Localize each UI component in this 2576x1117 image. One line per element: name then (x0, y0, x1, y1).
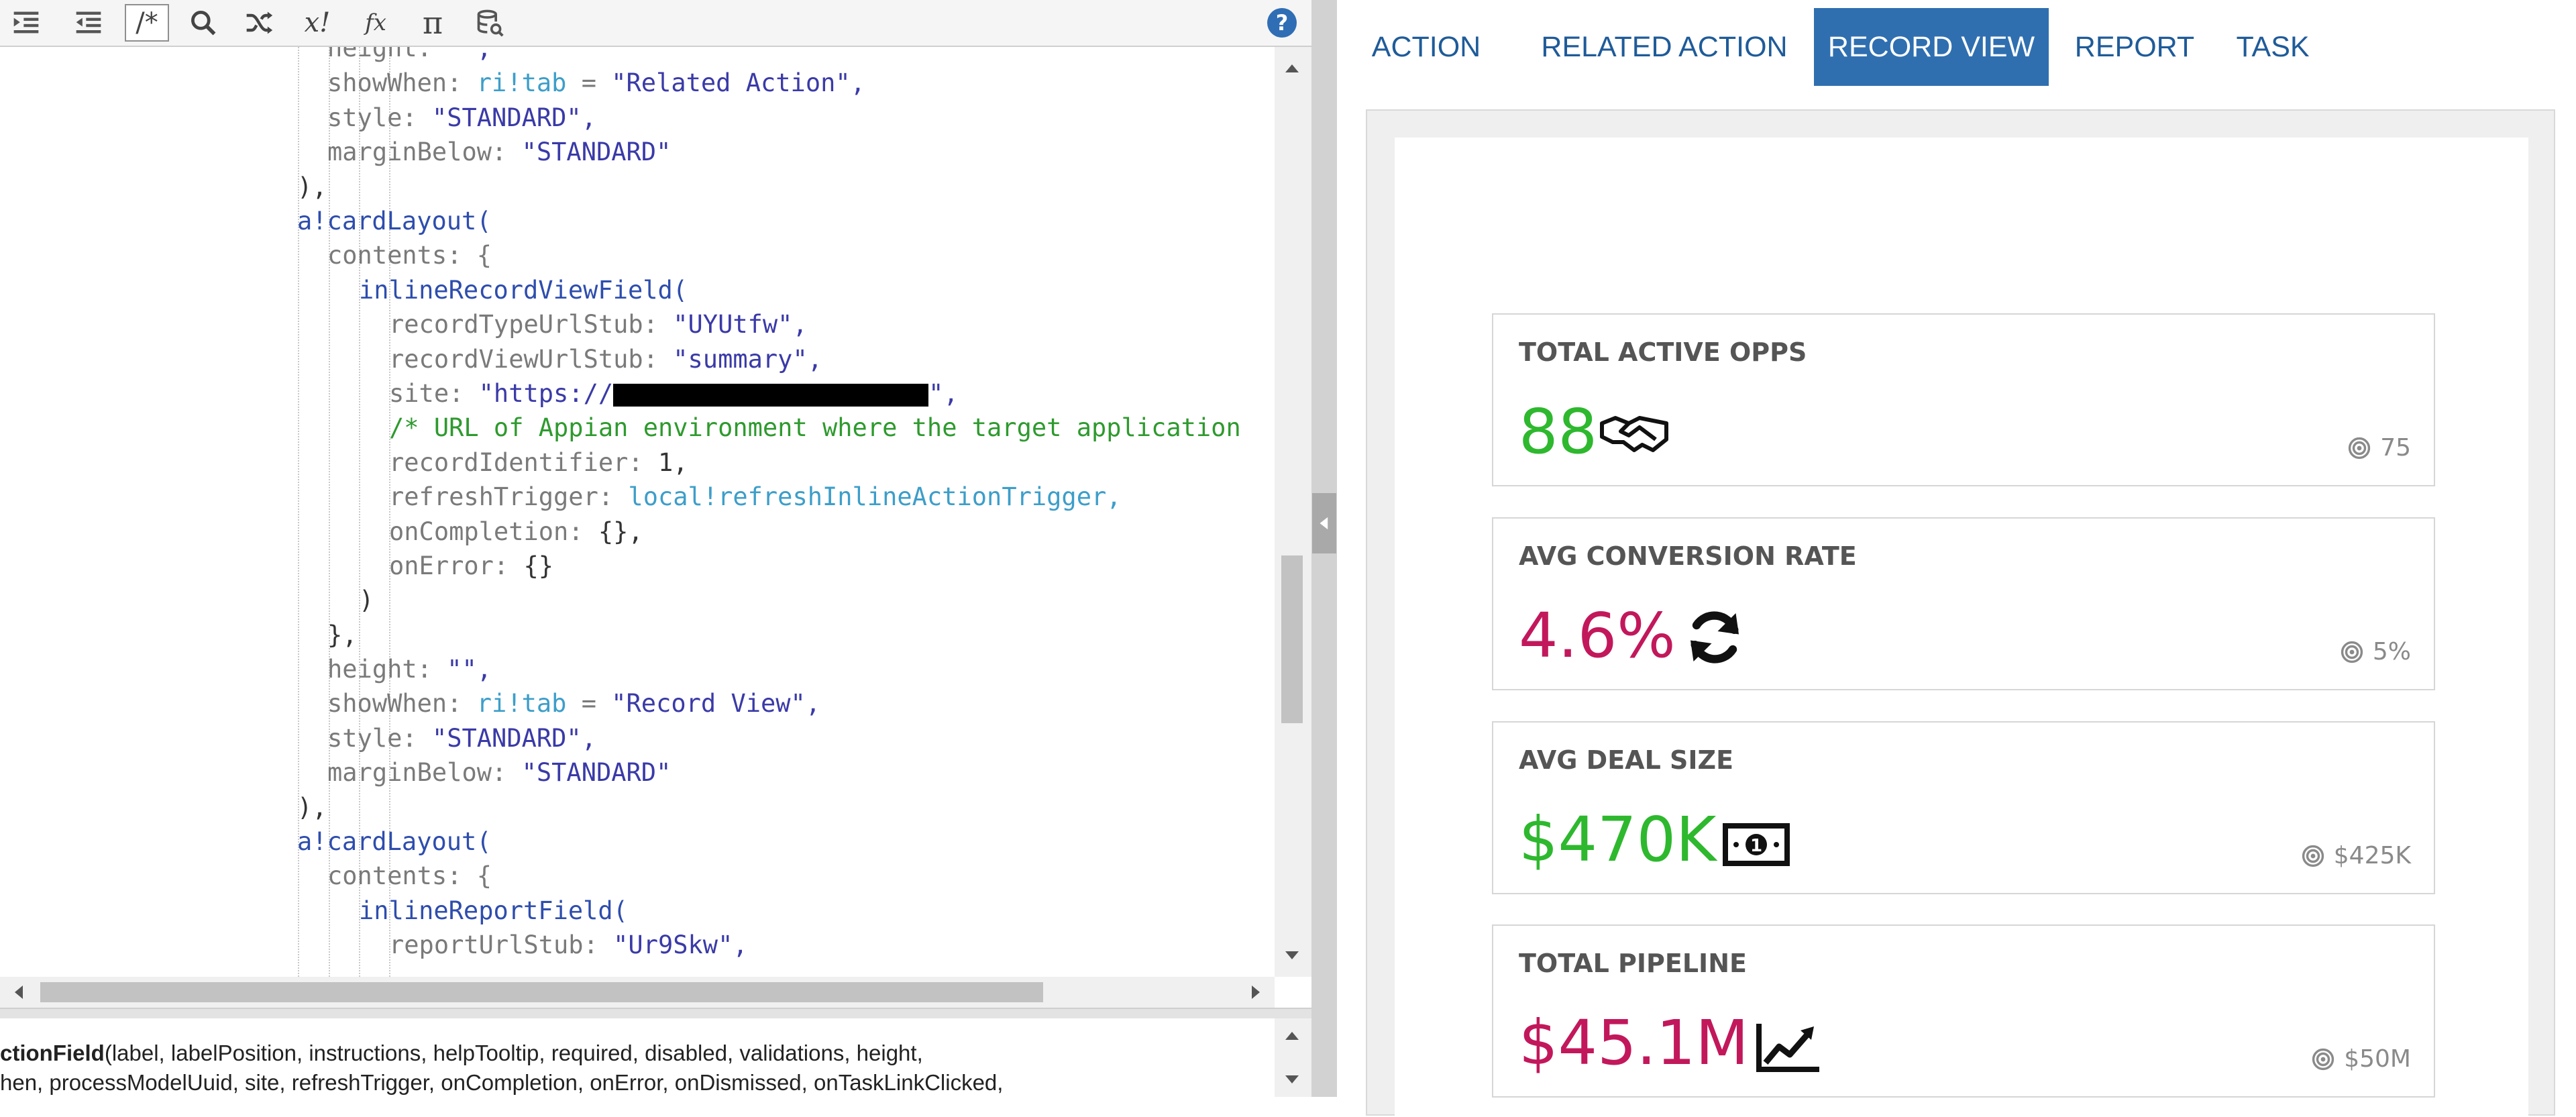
expression-editor-pane: /* x! f𝑥 π ? height: "", showWhen: ri!ta… (0, 0, 1311, 1097)
kpi-card-avg-deal-size: AVG DEAL SIZE $470K 1 $425K (1492, 721, 2435, 894)
target-icon (2341, 641, 2363, 663)
vertical-scrollbar[interactable] (1275, 47, 1311, 977)
code-line: a!cardLayout( (297, 207, 492, 235)
kpi-card-total-pipeline: TOTAL PIPELINE $45.1M $50M (1492, 924, 2435, 1098)
preview-tabs: ACTION RELATED ACTION RECORD VIEW REPORT… (1337, 0, 2576, 101)
search-icon[interactable] (181, 4, 225, 42)
kpi-title: TOTAL ACTIVE OPPS (1519, 337, 1807, 367)
code-line: marginBelow: "STANDARD" (327, 758, 672, 787)
editor-toolbar: /* x! f𝑥 π ? (0, 0, 1311, 47)
tab-task[interactable]: TASK (2222, 8, 2323, 86)
kpi-target: 5% (2341, 638, 2411, 666)
code-line: showWhen: ri!tab = "Related Action", (327, 68, 865, 97)
tab-action[interactable]: ACTION (1356, 8, 1497, 86)
tab-related-action[interactable]: RELATED ACTION (1537, 8, 1792, 86)
redaction-block (613, 383, 929, 407)
code-line: recordViewUrlStub: "summary", (389, 345, 823, 374)
code-line: style: "STANDARD", (327, 103, 596, 132)
code-line: marginBelow: "STANDARD" (327, 138, 672, 166)
horizontal-scrollbar[interactable] (0, 977, 1275, 1008)
code-line: recordTypeUrlStub: "UYUtfw", (389, 310, 808, 339)
scroll-right-icon[interactable] (1252, 986, 1260, 999)
help-icon[interactable]: ? (1267, 8, 1297, 38)
code-line: showWhen: ri!tab = "Record View", (327, 689, 821, 718)
money-icon: 1 (1723, 822, 1790, 870)
kpi-target: $50M (2312, 1045, 2411, 1073)
kpi-target-value: $425K (2333, 842, 2411, 869)
kpi-target-value: 5% (2372, 638, 2411, 666)
kpi-title: AVG DEAL SIZE (1519, 745, 1734, 775)
function-signature-help: ctionField(label, labelPosition, instruc… (0, 1018, 1275, 1097)
kpi-value: 88 (1519, 396, 1598, 468)
code-line: contents: { (327, 861, 492, 890)
pi-button[interactable]: π (411, 4, 455, 42)
code-line: style: "STANDARD", (327, 724, 596, 753)
code-line: ), (297, 793, 327, 822)
indent-icon[interactable] (4, 4, 48, 42)
signature-line: ctionField(label, labelPosition, instruc… (0, 1041, 923, 1065)
scroll-left-icon[interactable] (15, 986, 23, 999)
tab-report[interactable]: REPORT (2068, 8, 2202, 86)
kpi-value: $470K (1519, 804, 1717, 875)
kpi-target: $425K (2302, 842, 2411, 869)
target-icon (2302, 845, 2324, 867)
code-line: height: "", (327, 655, 492, 684)
shuffle-icon[interactable] (237, 4, 281, 42)
signature-line: hen, processModelUuid, site, refreshTrig… (0, 1070, 1004, 1095)
code-line: site: "https://", (389, 379, 959, 408)
target-icon (2349, 437, 2371, 459)
kpi-card-total-active-opps: TOTAL ACTIVE OPPS 88 75 (1492, 313, 2435, 486)
kpi-target-value: $50M (2344, 1045, 2411, 1073)
kpi-value: 4.6% (1519, 600, 1676, 672)
code-line: a!cardLayout( (297, 827, 492, 856)
kpi-title: TOTAL PIPELINE (1519, 949, 1747, 978)
refresh-icon (1684, 607, 1745, 670)
kpi-card-avg-conversion-rate: AVG CONVERSION RATE 4.6% 5% (1492, 517, 2435, 690)
kpi-target-value: 75 (2380, 434, 2411, 462)
scroll-up-icon[interactable] (1285, 64, 1299, 72)
kpi-value: $45.1M (1519, 1007, 1749, 1079)
database-icon[interactable] (468, 4, 512, 42)
code-line: inlineRecordViewField( (359, 276, 688, 305)
code-line: ), (297, 172, 327, 201)
code-line: contents: { (327, 241, 492, 270)
comment-toggle-button[interactable]: /* (125, 4, 169, 42)
code-line: onError: {} (389, 551, 554, 580)
code-line: recordIdentifier: 1, (389, 448, 688, 477)
scroll-down-icon[interactable] (1285, 1075, 1299, 1083)
code-line: }, (327, 621, 358, 649)
kpi-target: 75 (2348, 434, 2411, 462)
code-comment-line: /* URL of Appian environment where the t… (389, 413, 1241, 442)
scroll-down-icon[interactable] (1285, 951, 1299, 959)
vertical-scroll-thumb[interactable] (1281, 555, 1303, 723)
code-line: reportUrlStub: "Ur9Skw", (389, 930, 748, 959)
svg-text:1: 1 (1750, 836, 1762, 856)
handshake-icon (1599, 410, 1669, 460)
target-icon (2312, 1048, 2334, 1070)
code-line: onCompletion: {}, (389, 517, 643, 546)
code-line: inlineReportField( (359, 896, 628, 925)
function-button[interactable]: f𝑥 (354, 4, 398, 42)
code-line: ) (359, 586, 374, 615)
tab-record-view[interactable]: RECORD VIEW (1814, 8, 2049, 86)
factorial-button[interactable]: x! (295, 4, 339, 42)
scroll-up-icon[interactable] (1285, 1032, 1299, 1040)
code-line: refreshTrigger: local!refreshInlineActio… (389, 482, 1122, 511)
collapse-left-icon[interactable] (1312, 493, 1336, 553)
code-line: height: "", (327, 47, 492, 62)
outdent-icon[interactable] (66, 4, 111, 42)
code-editor[interactable]: height: "", showWhen: ri!tab = "Related … (0, 47, 1275, 977)
kpi-title: AVG CONVERSION RATE (1519, 541, 1857, 571)
horizontal-scroll-thumb[interactable] (40, 982, 1043, 1002)
trend-chart-icon (1755, 1020, 1822, 1076)
signature-scrollbar[interactable] (1275, 1018, 1311, 1097)
